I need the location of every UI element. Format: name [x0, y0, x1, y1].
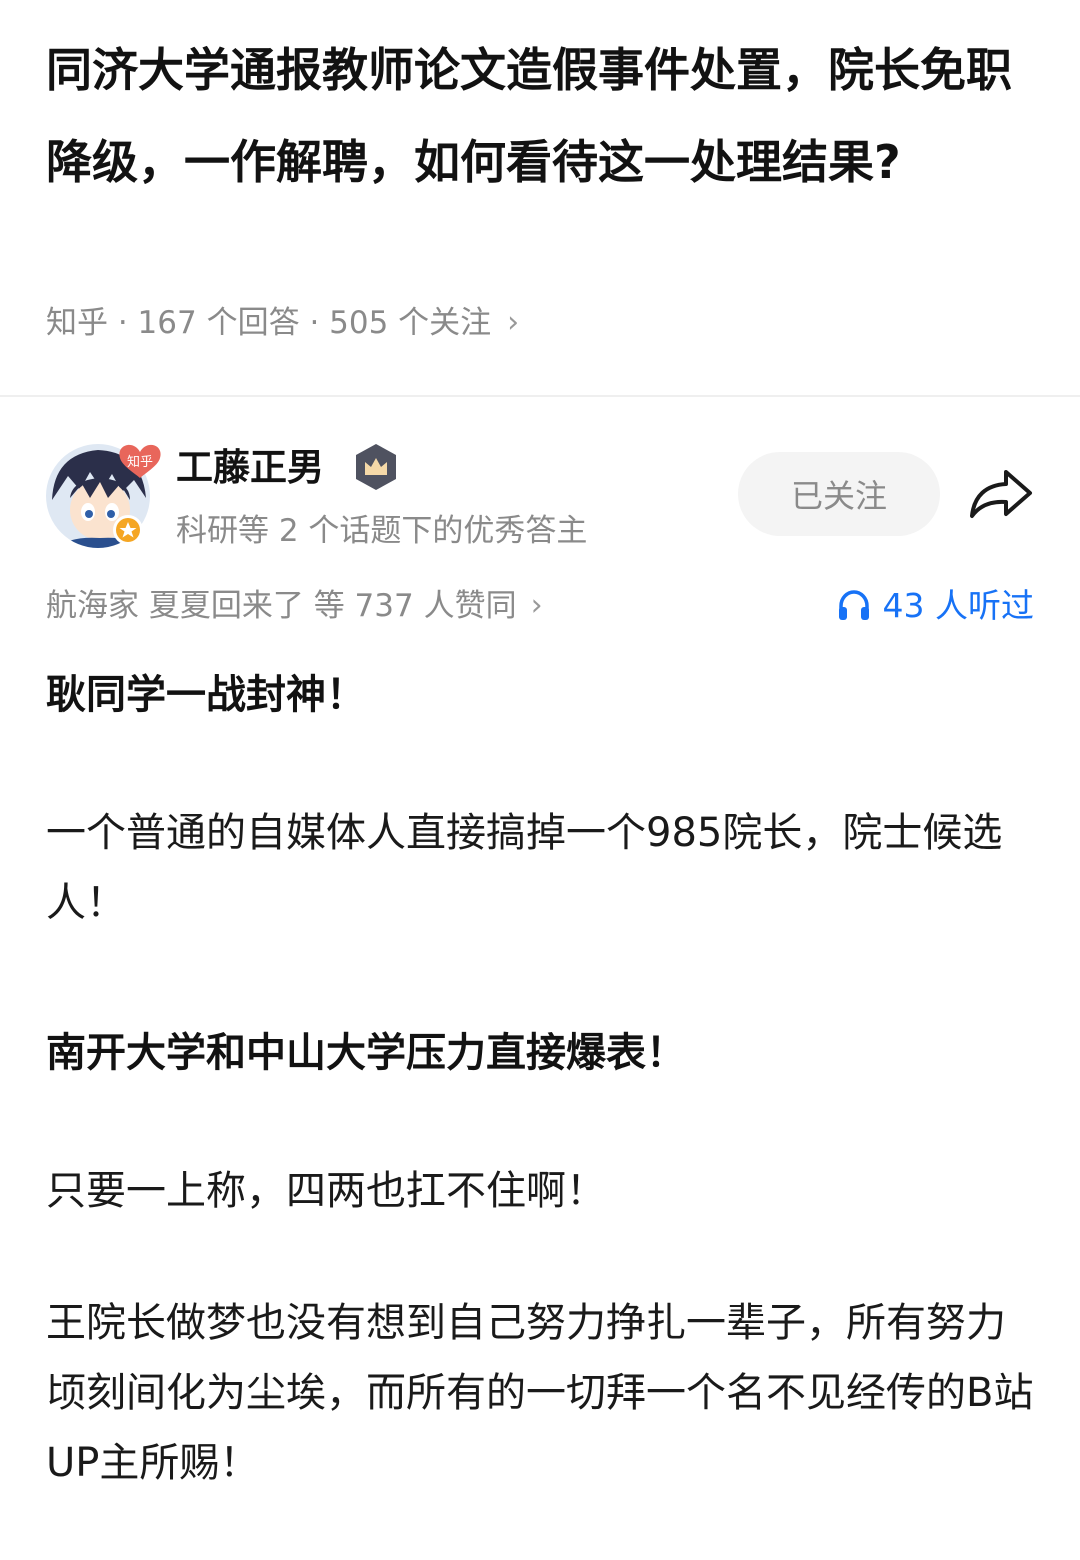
voters-summary[interactable]: 航海家 夏夏回来了 等 737 人赞同 › [46, 580, 543, 632]
avatar-tag: 知乎 [127, 454, 153, 470]
author-name[interactable]: 工藤正男 [176, 440, 324, 496]
author-description: 科研等 2 个话题下的优秀答主 [176, 513, 588, 549]
chevron-right-icon: › [530, 588, 543, 623]
answer-paragraph: 一个普通的自媒体人直接搞掉一个985院长，院士候选人！ [46, 810, 1003, 926]
share-arrow-icon[interactable] [968, 466, 1034, 522]
answer-paragraph: 只要一上称，四两也扛不住啊！ [46, 1168, 606, 1214]
question-meta[interactable]: 知乎 · 167 个回答 · 505 个关注 › [46, 298, 519, 348]
follow-button[interactable]: 已关注 [738, 452, 940, 536]
answer-page: 同济大学通报教师论文造假事件处置，院长免职降级，一作解聘，如何看待这一处理结果?… [0, 0, 1080, 1560]
section-divider [0, 395, 1080, 397]
listen-count-text: 43 人听过 [882, 586, 1034, 625]
answer-paragraph: 南开大学和中山大学压力直接爆表！ [46, 1030, 686, 1076]
voters-text: 航海家 夏夏回来了 等 737 人赞同 [46, 588, 517, 624]
question-title[interactable]: 同济大学通报教师论文造假事件处置，院长免职降级，一作解聘，如何看待这一处理结果? [46, 24, 1036, 208]
answer-paragraph: 王院长做梦也没有想到自己努力挣扎一辈子，所有努力顷刻间化为尘埃，而所有的一切拜一… [46, 1300, 1034, 1486]
crown-badge-icon [352, 442, 400, 492]
headphones-icon [838, 590, 869, 620]
chevron-right-icon: › [507, 305, 520, 340]
answer-paragraph: 耿同学一战封神！ [46, 672, 366, 718]
listen-count[interactable]: 43 人听过 [837, 580, 1034, 632]
author-avatar[interactable]: 知乎 [46, 440, 161, 548]
question-stats: 知乎 · 167 个回答 · 505 个关注 [46, 305, 492, 341]
